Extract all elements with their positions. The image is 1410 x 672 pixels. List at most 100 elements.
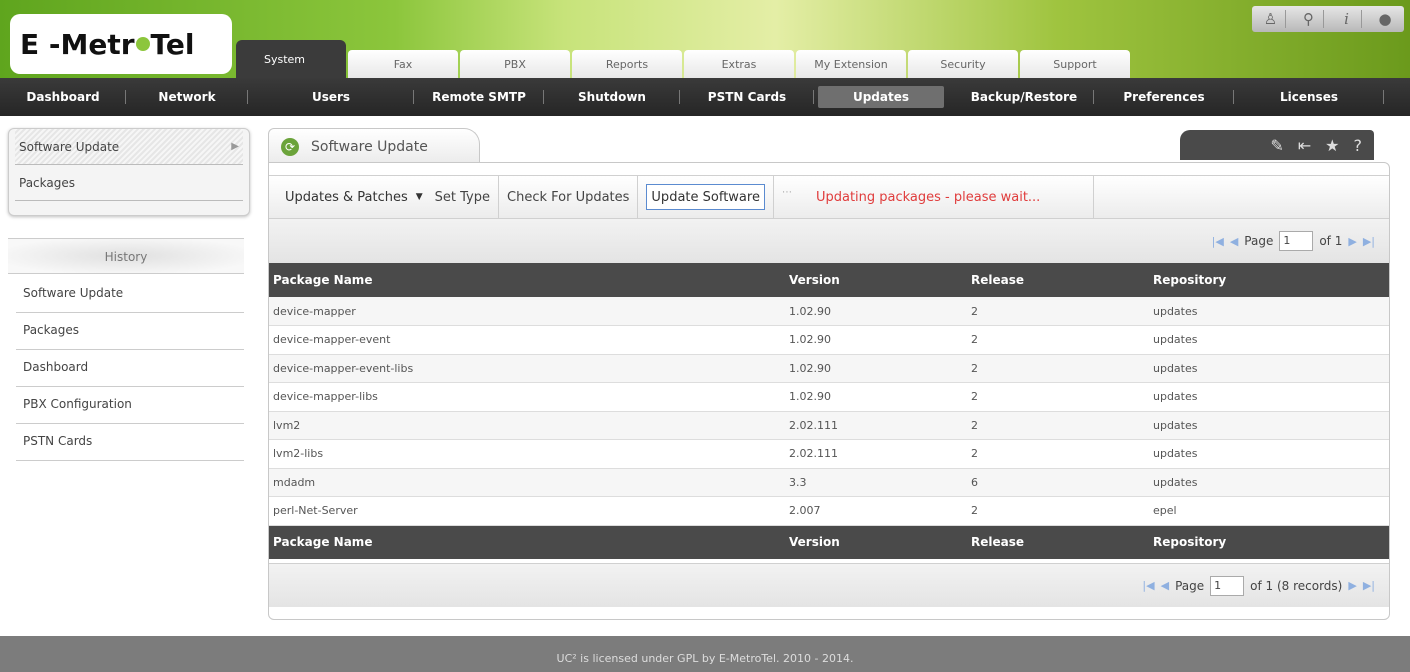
- cell-package: device-mapper-event-libs: [269, 354, 785, 383]
- loading-spinner-icon: ⋯: [781, 187, 792, 198]
- page-input[interactable]: 1: [1279, 231, 1314, 251]
- cell-version: 3.3: [785, 468, 967, 497]
- edit-icon[interactable]: ✎: [1270, 136, 1283, 155]
- logo[interactable]: E -Metr Tel: [10, 14, 232, 74]
- cell-release: 2: [967, 354, 1149, 383]
- history-item[interactable]: Packages: [16, 313, 244, 350]
- table-row[interactable]: device-mapper-libs 1.02.90 2 updates: [269, 382, 1389, 412]
- page-title: Software Update: [311, 138, 428, 155]
- sidebar-menu: Software Update ▶ Packages: [8, 128, 250, 216]
- cell-version: 1.02.90: [785, 297, 967, 326]
- prev-page-icon[interactable]: ◀: [1230, 235, 1238, 248]
- type-select-cell: Updates & Patches ▼ Set Type: [269, 175, 499, 219]
- table-footer-row: Package Name Version Release Repository: [269, 525, 1389, 559]
- page-input[interactable]: 1: [1210, 575, 1245, 596]
- table-row[interactable]: device-mapper-event 1.02.90 2 updates: [269, 325, 1389, 355]
- nav-pstn-cards[interactable]: PSTN Cards: [680, 78, 814, 116]
- column-header[interactable]: Repository: [1149, 263, 1389, 297]
- nav-updates[interactable]: Updates: [818, 86, 944, 108]
- type-select[interactable]: Updates & Patches ▼: [279, 185, 429, 209]
- column-footer: Repository: [1149, 525, 1389, 559]
- update-software-button[interactable]: Update Software: [646, 184, 765, 210]
- sidebar-item-software-update[interactable]: Software Update ▶: [15, 129, 243, 165]
- table-row[interactable]: device-mapper-event-libs 1.02.90 2 updat…: [269, 354, 1389, 383]
- table-row[interactable]: lvm2-libs 2.02.111 2 updates: [269, 439, 1389, 469]
- info-icon[interactable]: i: [1332, 10, 1362, 28]
- cell-repository: updates: [1149, 297, 1389, 326]
- cell-package: device-mapper-event: [269, 325, 785, 355]
- sidebar-item-packages[interactable]: Packages: [15, 165, 243, 201]
- main-panel: Updates & Patches ▼ Set Type Check For U…: [268, 162, 1390, 620]
- cell-repository: updates: [1149, 325, 1389, 355]
- sidebar-item-label: Software Update: [19, 140, 120, 154]
- last-page-icon[interactable]: ▶|: [1363, 579, 1375, 592]
- cell-version: 2.007: [785, 496, 967, 526]
- tab-fax[interactable]: Fax: [348, 50, 458, 78]
- cell-repository: epel: [1149, 496, 1389, 526]
- history-heading: History: [8, 238, 244, 274]
- history-item[interactable]: Dashboard: [16, 350, 244, 387]
- column-footer: Version: [785, 525, 967, 559]
- cell-release: 2: [967, 297, 1149, 326]
- cell-package: lvm2: [269, 411, 785, 440]
- chevron-right-icon: ▶: [231, 141, 239, 152]
- cell-release: 2: [967, 496, 1149, 526]
- table-row[interactable]: lvm2 2.02.111 2 updates: [269, 411, 1389, 440]
- nav-licenses[interactable]: Licenses: [1234, 78, 1384, 116]
- nav-remote-smtp[interactable]: Remote SMTP: [414, 78, 544, 116]
- pin-icon[interactable]: ⇤: [1298, 136, 1311, 155]
- column-header[interactable]: Package Name: [269, 263, 785, 297]
- column-footer: Release: [967, 525, 1149, 559]
- page-label: Page: [1244, 234, 1274, 248]
- nav-preferences[interactable]: Preferences: [1094, 78, 1234, 116]
- cell-package: mdadm: [269, 468, 785, 497]
- next-page-icon[interactable]: ▶: [1348, 235, 1356, 248]
- top-icon-bar: ♙ ⚲ i ●: [1252, 6, 1404, 32]
- cell-release: 2: [967, 382, 1149, 412]
- sidebar-item-label: Packages: [19, 176, 75, 190]
- update-software-cell: Update Software: [638, 175, 774, 219]
- next-page-icon[interactable]: ▶: [1348, 579, 1356, 592]
- drop-icon[interactable]: ●: [1370, 10, 1400, 28]
- help-icon[interactable]: ?: [1354, 136, 1363, 155]
- search-icon[interactable]: ⚲: [1294, 10, 1324, 28]
- prev-page-icon[interactable]: ◀: [1161, 579, 1169, 592]
- nav-users[interactable]: Users: [248, 78, 414, 116]
- status-message: Updating packages - please wait...: [815, 189, 1041, 205]
- nav-backup-restore[interactable]: Backup/Restore: [954, 78, 1094, 116]
- tab-support[interactable]: Support: [1020, 50, 1130, 78]
- last-page-icon[interactable]: ▶|: [1363, 235, 1375, 248]
- first-page-icon[interactable]: |◀: [1212, 235, 1224, 248]
- history-item[interactable]: PBX Configuration: [16, 387, 244, 424]
- set-type-button[interactable]: Set Type: [435, 190, 490, 205]
- tab-extras[interactable]: Extras: [684, 50, 794, 78]
- table-row[interactable]: device-mapper 1.02.90 2 updates: [269, 297, 1389, 326]
- cell-package: device-mapper-libs: [269, 382, 785, 412]
- history-item[interactable]: Software Update: [16, 276, 244, 313]
- tab-system[interactable]: System: [236, 40, 346, 78]
- user-icon[interactable]: ♙: [1256, 10, 1286, 28]
- header: E -Metr Tel ♙ ⚲ i ● System Fax PBX Report…: [0, 0, 1410, 82]
- first-page-icon[interactable]: |◀: [1142, 579, 1154, 592]
- history-item[interactable]: PSTN Cards: [16, 424, 244, 461]
- pager-top: |◀ ◀ Page 1 of 1 ▶ ▶|: [269, 219, 1389, 263]
- column-header[interactable]: Version: [785, 263, 967, 297]
- sub-nav-bar: Dashboard Network Users Remote SMTP Shut…: [0, 78, 1410, 116]
- panel-title-tab: ⟳ Software Update: [268, 128, 480, 164]
- column-header[interactable]: Release: [967, 263, 1149, 297]
- tab-security[interactable]: Security: [908, 50, 1018, 78]
- cell-repository: updates: [1149, 354, 1389, 383]
- tab-reports[interactable]: Reports: [572, 50, 682, 78]
- cell-package: perl-Net-Server: [269, 496, 785, 526]
- check-updates-button[interactable]: Check For Updates: [499, 175, 639, 219]
- star-icon[interactable]: ★: [1325, 136, 1339, 155]
- tab-my-extension[interactable]: My Extension: [796, 50, 906, 78]
- table-row[interactable]: perl-Net-Server 2.007 2 epel: [269, 496, 1389, 526]
- cell-version: 2.02.111: [785, 439, 967, 469]
- nav-shutdown[interactable]: Shutdown: [544, 78, 680, 116]
- nav-network[interactable]: Network: [126, 78, 248, 116]
- table-row[interactable]: mdadm 3.3 6 updates: [269, 468, 1389, 497]
- cell-release: 2: [967, 325, 1149, 355]
- nav-dashboard[interactable]: Dashboard: [0, 78, 126, 116]
- tab-pbx[interactable]: PBX: [460, 50, 570, 78]
